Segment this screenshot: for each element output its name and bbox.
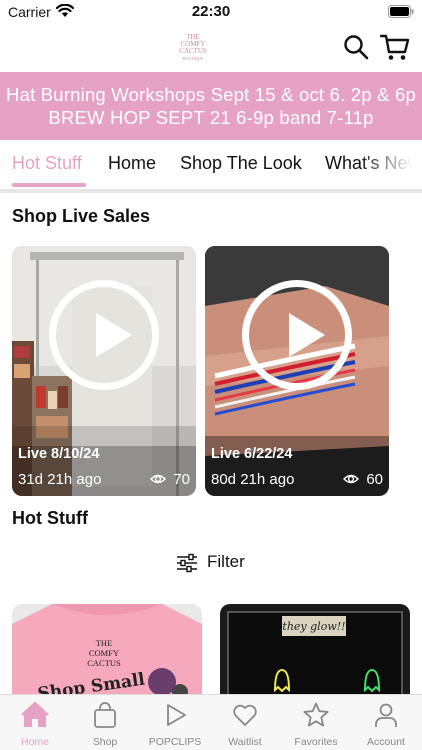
- brand-text: COMFY: [89, 648, 119, 658]
- nav-label: Home: [20, 736, 49, 748]
- nav-shop[interactable]: Shop: [70, 695, 140, 750]
- logo-text: CACTUS: [179, 47, 207, 55]
- live-sale-card[interactable]: Live 8/10/24 31d 21h ago 70: [12, 246, 196, 496]
- banner-line: BREW HOP SEPT 21 6-9p band 7-11p: [48, 107, 374, 128]
- active-tab-indicator: [12, 183, 86, 187]
- brand-text: THE: [96, 638, 113, 648]
- status-time: 22:30: [191, 3, 231, 20]
- tab-scroll-fade: [360, 140, 422, 188]
- banner-line: Hat Burning Workshops Sept 15 & oct 6. 2…: [6, 84, 416, 105]
- sliders-icon: [177, 553, 197, 573]
- tab-shop-the-look[interactable]: Shop The Look: [180, 153, 302, 174]
- section-title-hot-stuff: Hot Stuff: [12, 508, 88, 528]
- home-icon: [21, 701, 49, 727]
- live-sale-card[interactable]: Live 6/22/24 80d 21h ago 60: [205, 246, 389, 496]
- nav-popclips[interactable]: POPCLIPS: [140, 695, 210, 750]
- filter-button[interactable]: Filter: [176, 550, 252, 574]
- section-title-live-sales: Shop Live Sales: [12, 206, 151, 226]
- nav-account[interactable]: Account: [351, 695, 421, 750]
- nav-favorites[interactable]: Favorites: [281, 695, 351, 750]
- product-card[interactable]: they glow!!: [220, 604, 410, 700]
- filter-label: Filter: [207, 552, 245, 571]
- top-bar: THE COMFY CACTUS BOUTIQUE: [0, 24, 422, 72]
- nav-waitlist[interactable]: Waitlist: [210, 695, 280, 750]
- nav-home[interactable]: Home: [0, 695, 70, 750]
- play-icon[interactable]: [242, 280, 352, 390]
- play-icon: [167, 704, 186, 726]
- sign-text: they glow!!: [282, 620, 345, 633]
- nav-label: Shop: [92, 736, 118, 748]
- status-bar: Carrier 22:30: [0, 0, 422, 24]
- bottom-tab-bar: Home Shop POPCLIPS Waitlist Favorites Ac…: [0, 694, 422, 750]
- announcement-banner[interactable]: Hat Burning Workshops Sept 15 & oct 6. 2…: [0, 72, 422, 140]
- live-time-ago: 31d 21h ago: [18, 471, 102, 488]
- live-date: Live 8/10/24: [18, 446, 100, 462]
- live-date: Live 6/22/24: [211, 446, 293, 462]
- cart-icon[interactable]: [380, 32, 410, 62]
- brand-text: CACTUS: [87, 658, 121, 668]
- eye-icon: [343, 474, 359, 484]
- nav-label: Waitlist: [228, 736, 262, 748]
- store-logo[interactable]: THE COMFY CACTUS BOUTIQUE: [176, 28, 210, 66]
- tabs-divider: [0, 189, 422, 193]
- person-icon: [375, 703, 397, 727]
- eye-icon: [150, 474, 166, 484]
- tab-hot-stuff[interactable]: Hot Stuff: [12, 153, 82, 174]
- category-tabs: Hot Stuff Home Shop The Look What's New: [0, 140, 422, 192]
- shopping-bag-icon: [94, 702, 116, 728]
- nav-label: Account: [367, 736, 405, 748]
- nav-label: POPCLIPS: [148, 736, 202, 748]
- nav-label: Favorites: [294, 736, 338, 748]
- product-image: they glow!!: [220, 604, 410, 700]
- logo-text: BOUTIQUE: [182, 56, 204, 61]
- search-icon[interactable]: [343, 34, 369, 60]
- battery-icon: [388, 5, 414, 18]
- product-image: THE COMFY CACTUS Shop Small: [12, 604, 202, 700]
- live-time-ago: 80d 21h ago: [211, 471, 295, 488]
- product-card[interactable]: THE COMFY CACTUS Shop Small: [12, 604, 202, 700]
- star-icon: [303, 702, 329, 727]
- view-count: 60: [366, 471, 383, 488]
- tab-home[interactable]: Home: [108, 153, 156, 174]
- view-count: 70: [173, 471, 190, 488]
- play-icon[interactable]: [49, 280, 159, 390]
- heart-icon: [233, 704, 257, 726]
